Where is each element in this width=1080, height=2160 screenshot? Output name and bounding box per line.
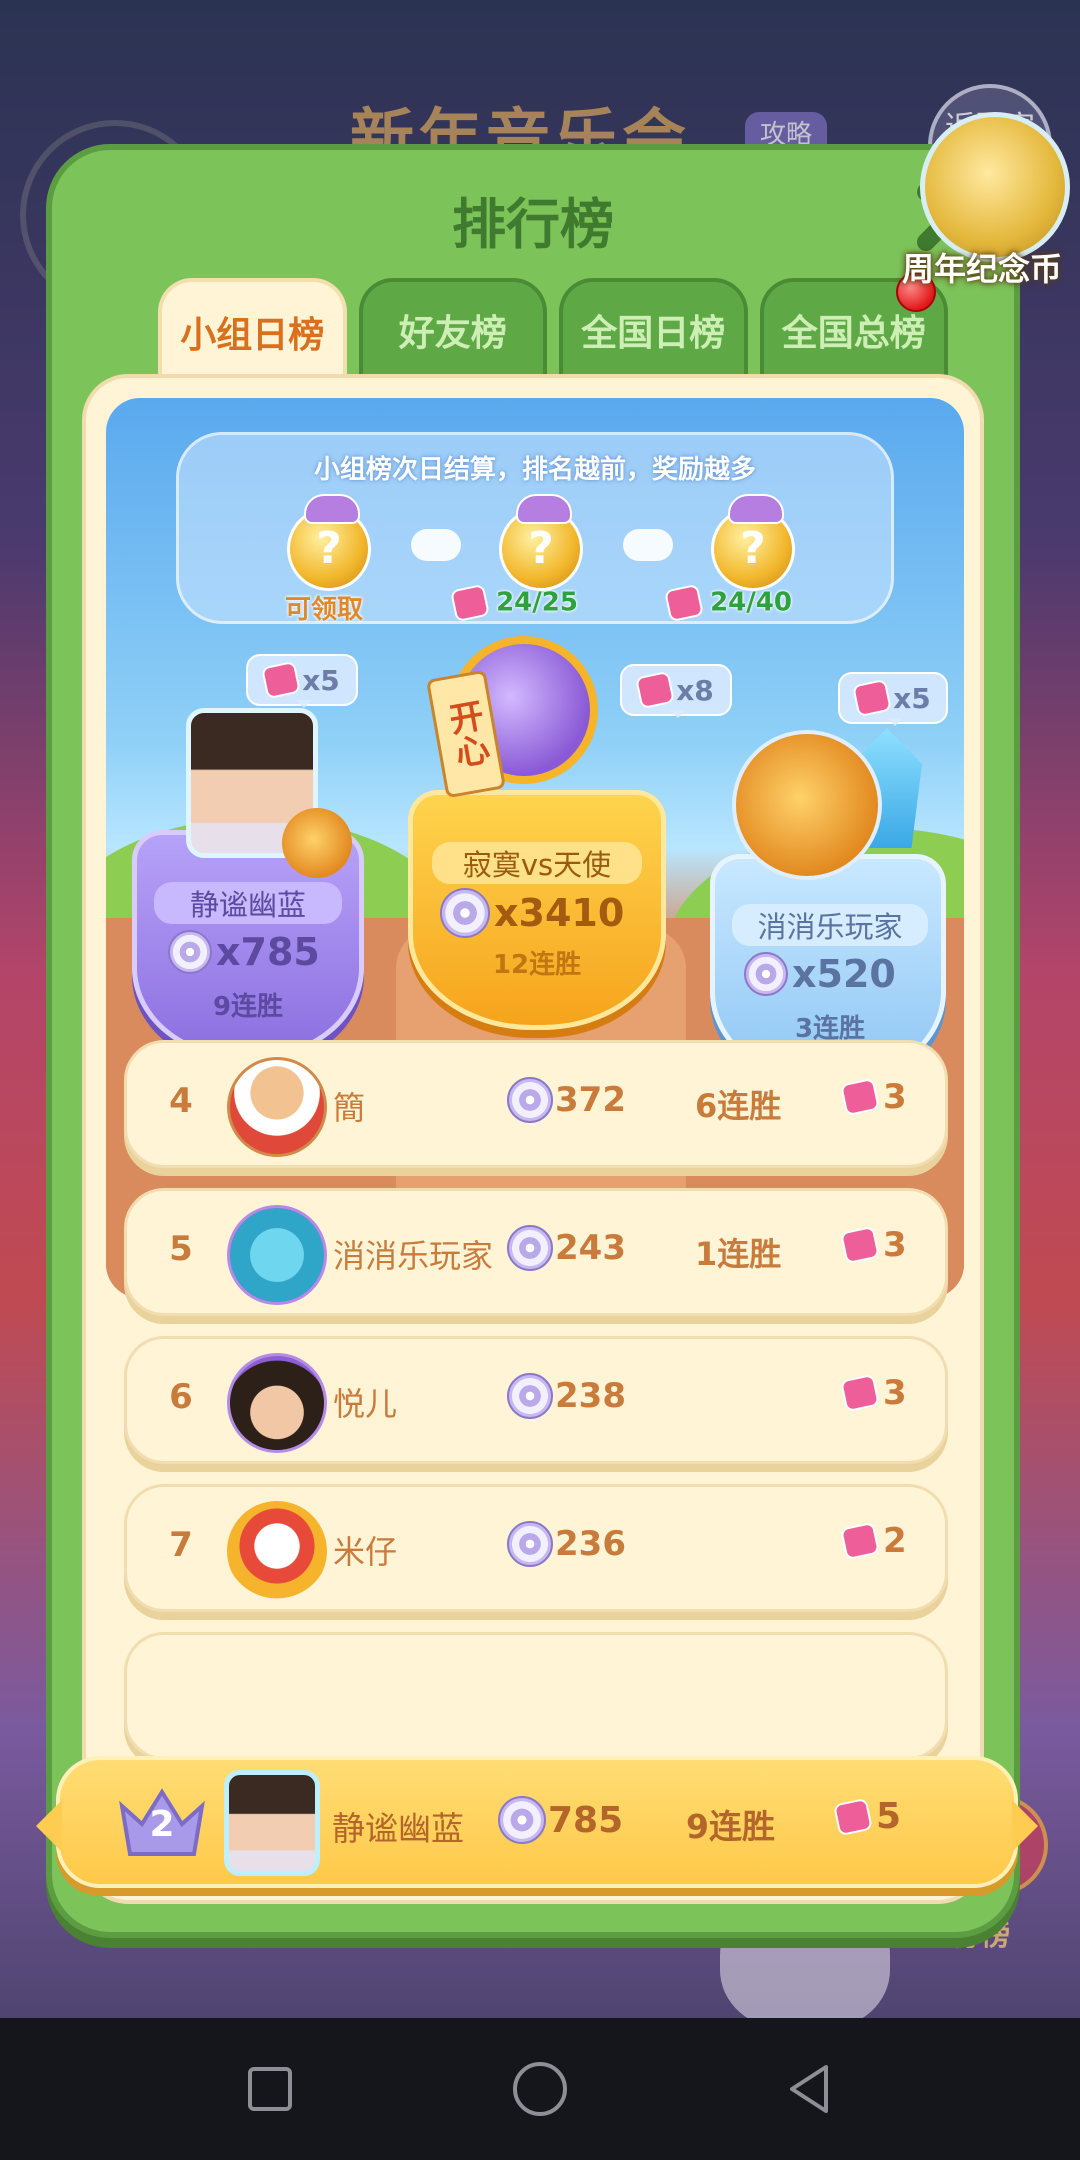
disc-icon [744,952,788,996]
puzzle-pieces: 3 [840,1077,907,1117]
podium-name: 消消乐玩家 [732,904,928,946]
my-win-streak: 9连胜 [686,1807,775,1846]
pieces-bubble: x5 [246,654,358,708]
tab-group-daily[interactable]: 小组日榜 [158,278,347,382]
puzzle-piece-icon [833,1797,873,1836]
my-puzzle-pieces: 5 [833,1796,901,1837]
tab-bar: 小组日榜 好友榜 全国日榜 全国总榜 [158,278,948,382]
my-score: 785 [498,1796,623,1844]
leaderboard-board: 小组榜次日结算，排名越前，奖励越多 ? ? ? 可领取 24/25 24/40 … [82,374,984,1904]
puzzle-piece-icon [852,678,893,718]
win-streak: 1连胜 [695,1235,782,1273]
back-button[interactable] [780,2059,840,2119]
tab-friends[interactable]: 好友榜 [358,278,547,378]
puzzle-piece-icon [664,583,704,623]
podium-name: 寂寞vs天使 [432,842,642,884]
win-streak: 6连胜 [695,1087,782,1125]
table-row[interactable]: 7 米仔 236 2 [124,1484,948,1612]
disc-icon [507,1225,553,1271]
pieces-bubble: x5 [838,672,948,726]
player-avatar[interactable] [227,1501,327,1601]
puzzle-piece-icon [635,670,676,710]
pieces-bubble: x8 [620,664,732,718]
my-avatar[interactable] [224,1770,320,1876]
player-score: 236 [507,1521,626,1567]
anniversary-coin-label[interactable]: 周年纪念币 [884,244,1080,290]
arrow-icon [623,529,673,561]
recent-apps-button[interactable] [240,2059,300,2119]
puzzle-piece-icon [840,1373,880,1413]
table-row[interactable]: 5 消消乐玩家 243 1连胜 3 [124,1188,948,1316]
puzzle-piece-icon [840,1521,880,1561]
player-score: 372 [507,1077,626,1123]
reward-chest-icon[interactable]: ? [499,494,583,591]
my-rank-bar[interactable]: 2 静谧幽蓝 785 9连胜 5 [36,1756,1038,1888]
disc-icon [507,1521,553,1567]
player-score: 243 [507,1225,626,1271]
leaderboard-dialog: 排行榜 小组日榜 好友榜 全国日榜 全国总榜 小组榜次日结算，排名越前，奖励越多… [46,144,1020,1938]
player-score: 238 [507,1373,626,1419]
podium-score: x520 [744,952,896,996]
my-name: 静谧幽蓝 [332,1809,464,1848]
puzzle-pieces: 3 [840,1373,907,1413]
table-row[interactable]: 4 簡 372 6连胜 3 [124,1040,948,1168]
pet-decoration [282,808,352,878]
player-name: 米仔 [333,1533,398,1571]
player-name: 消消乐玩家 [333,1237,494,1275]
podium-name: 静谧幽蓝 [154,882,342,924]
disc-icon [168,930,212,974]
rank-number: 6 [169,1377,193,1417]
puzzle-pieces: 2 [840,1521,907,1561]
table-row[interactable]: 6 悦儿 238 3 [124,1336,948,1464]
player-avatar[interactable] [227,1057,327,1157]
rank-number: 7 [169,1525,193,1565]
tab-national-daily[interactable]: 全国日榜 [559,278,748,378]
square-icon [248,2067,292,2111]
reward-chest-icon[interactable]: ? [287,494,371,591]
reward-progress: 24/40 [664,583,792,623]
home-button[interactable] [510,2059,570,2119]
reward-chest-icon[interactable]: ? [711,494,795,591]
rank-number: 5 [169,1229,193,1269]
disc-icon [507,1077,553,1123]
anniversary-coin-icon[interactable] [920,112,1070,262]
arrow-icon [411,529,461,561]
disc-icon [498,1796,546,1844]
podium-score: x3410 [440,888,624,938]
player-avatar[interactable] [227,1205,327,1305]
podium-streak: 9连胜 [212,992,284,1022]
player-avatar[interactable] [227,1353,327,1453]
puzzle-piece-icon [450,583,490,623]
podium-streak: 12连胜 [492,950,582,980]
system-nav-bar [0,2018,1080,2160]
player-name: 悦儿 [333,1385,398,1423]
reward-info-text: 小组榜次日结算，排名越前，奖励越多 [313,455,756,485]
reward-info-banner: 小组榜次日结算，排名越前，奖励越多 ? ? ? 可领取 24/25 24/40 [176,432,894,626]
puzzle-piece-icon [840,1225,880,1265]
dialog-title: 排行榜 [452,193,614,256]
disc-icon [440,888,490,938]
podium-score: x785 [168,930,320,974]
puzzle-piece-icon [840,1077,880,1117]
rank-number: 4 [169,1081,193,1121]
table-row[interactable] [124,1632,948,1760]
disc-icon [507,1373,553,1419]
my-rank-number: 2 [149,1804,175,1845]
reward-progress: 24/25 [450,583,578,623]
player-avatar[interactable] [732,730,882,880]
puzzle-pieces: 3 [840,1225,907,1265]
player-name: 簡 [333,1089,366,1127]
circle-icon [513,2062,567,2116]
back-triangle-icon [790,2065,828,2113]
puzzle-piece-icon [261,660,302,700]
claimable-label[interactable]: 可领取 [285,589,363,626]
